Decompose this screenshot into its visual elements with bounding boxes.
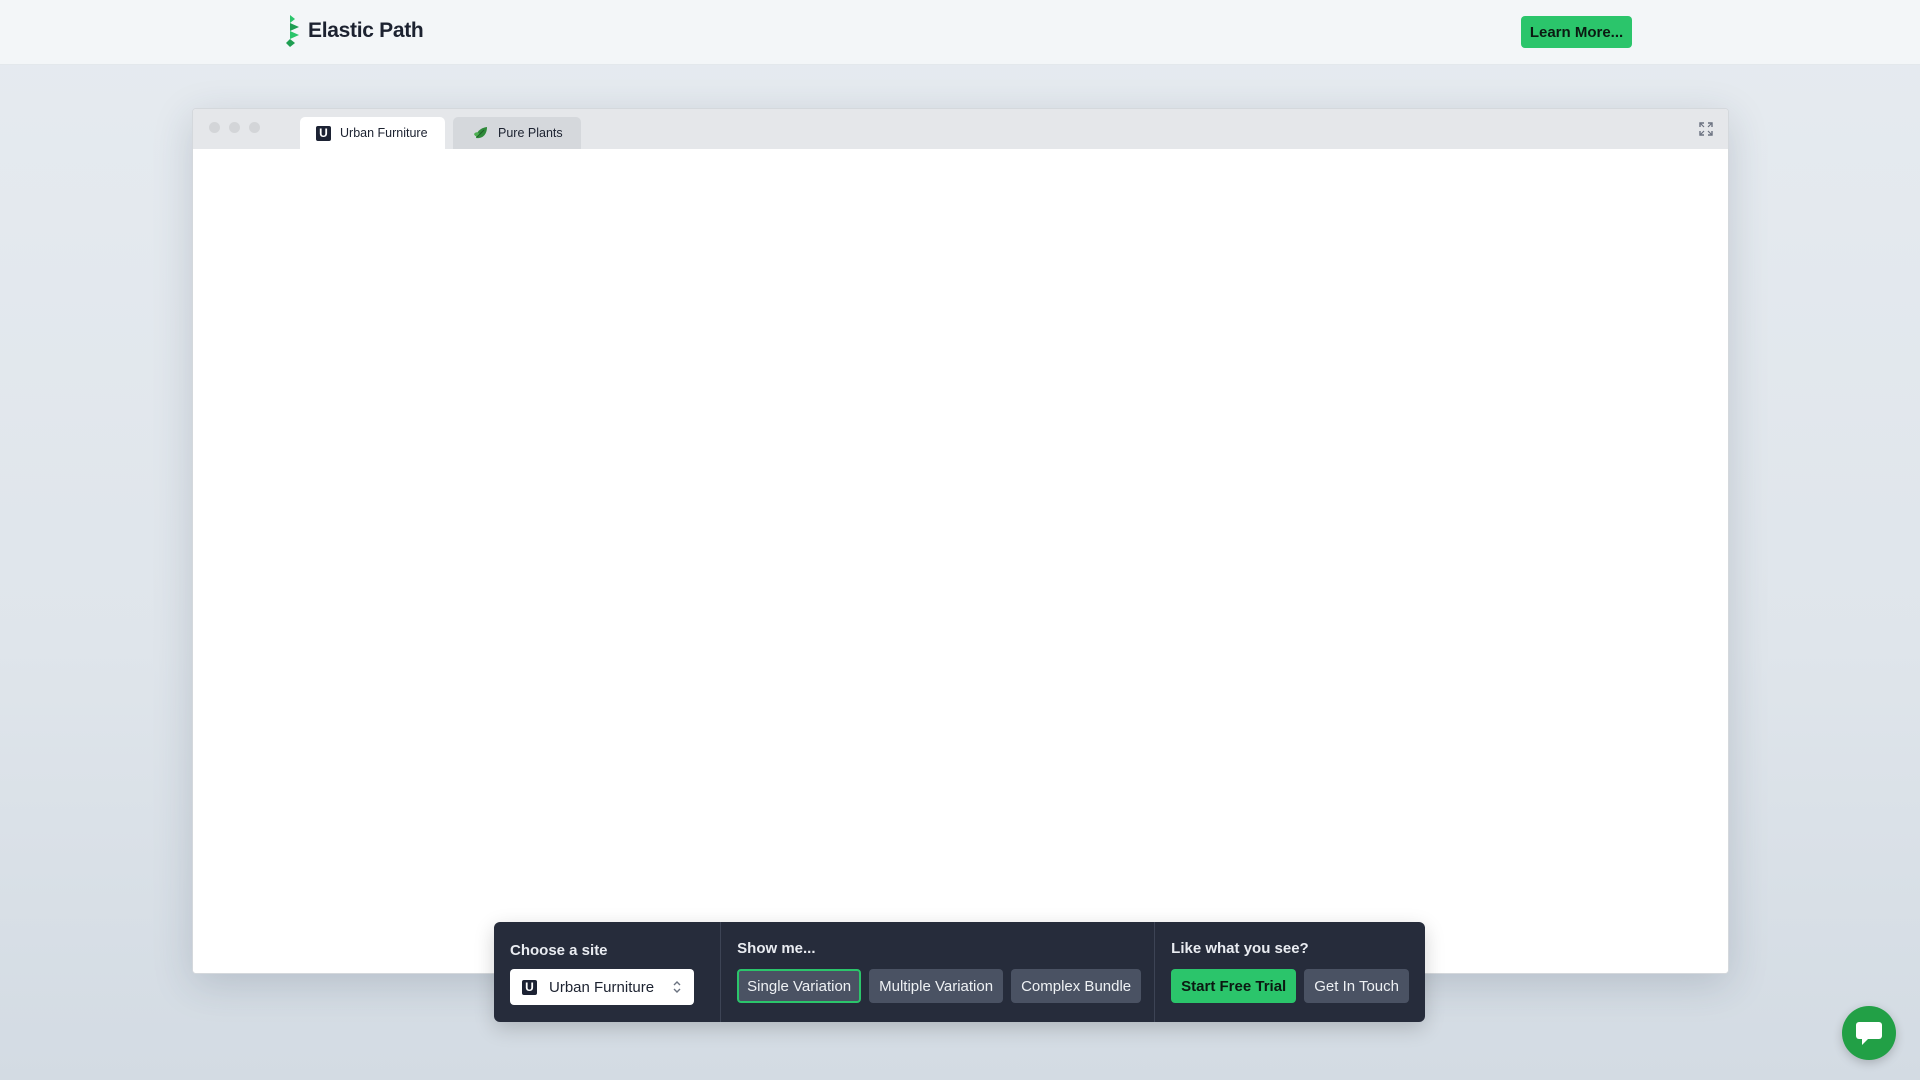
show-me-title: Show me... — [737, 940, 816, 957]
multiple-variation-button[interactable]: Multiple Variation — [869, 969, 1004, 1003]
cta-buttons: Start Free Trial Get In Touch — [1171, 969, 1409, 1003]
brand-name: Elastic Path — [308, 19, 424, 42]
chat-icon — [1856, 1022, 1882, 1045]
single-variation-button[interactable]: Single Variation — [737, 969, 862, 1003]
start-free-trial-button[interactable]: Start Free Trial — [1171, 969, 1297, 1003]
browser-chrome: U Urban Furniture Pure Plants — [193, 109, 1728, 149]
show-me-section: Show me... Single Variation Multiple Var… — [720, 922, 1154, 1022]
tab-pure-plants[interactable]: Pure Plants — [453, 117, 581, 149]
window-dot-minimize — [229, 122, 240, 133]
leaf-icon — [474, 127, 487, 139]
complex-bundle-button[interactable]: Complex Bundle — [1011, 969, 1142, 1003]
learn-more-button[interactable]: Learn More... — [1521, 16, 1632, 48]
chevron-updown-icon — [673, 981, 681, 993]
site-select-value: Urban Furniture — [549, 978, 655, 996]
get-in-touch-button[interactable]: Get In Touch — [1304, 969, 1409, 1003]
like-what-you-see-section: Like what you see? Start Free Trial Get … — [1154, 922, 1425, 1022]
show-me-options: Single Variation Multiple Variation Comp… — [737, 969, 1142, 1003]
browser-viewport — [193, 149, 1728, 973]
expand-icon[interactable] — [1698, 121, 1714, 137]
like-title: Like what you see? — [1171, 940, 1309, 957]
browser-window: U Urban Furniture Pure Plants — [192, 108, 1729, 974]
choose-site-title: Choose a site — [510, 942, 608, 959]
site-select[interactable]: U Urban Furniture — [510, 969, 694, 1005]
tab-urban-furniture[interactable]: U Urban Furniture — [300, 117, 445, 149]
window-dot-maximize — [249, 122, 260, 133]
urban-furniture-logo-icon: U — [522, 979, 537, 995]
tab-label: Urban Furniture — [340, 126, 428, 140]
tab-label: Pure Plants — [498, 126, 563, 140]
urban-furniture-logo-icon: U — [316, 125, 331, 141]
window-dot-close — [209, 122, 220, 133]
choose-site-section: Choose a site U Urban Furniture — [494, 922, 720, 1022]
brand-logo[interactable]: Elastic Path — [286, 15, 424, 47]
demo-control-panel: Choose a site U Urban Furniture Show me.… — [494, 922, 1425, 1022]
top-header: Elastic Path Learn More... — [0, 0, 1920, 65]
elastic-path-logo-icon — [286, 15, 299, 47]
chat-widget-button[interactable] — [1842, 1006, 1896, 1060]
